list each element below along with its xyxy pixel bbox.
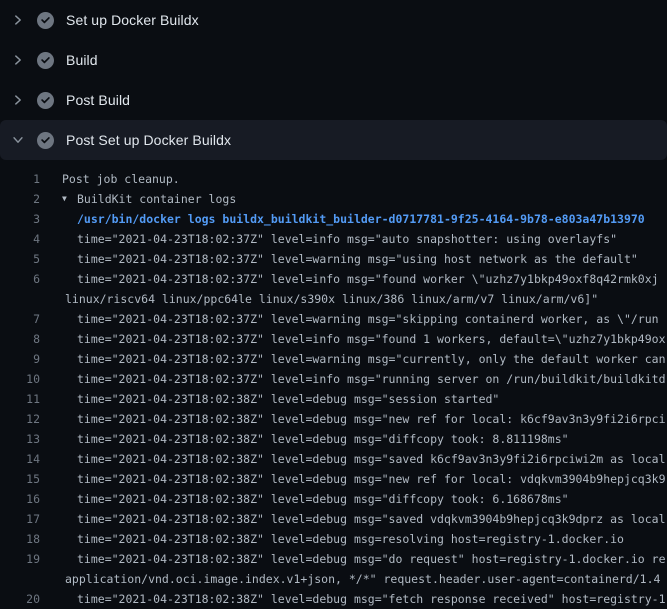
actions-log-viewer: Set up Docker Buildx Build Post Build	[0, 0, 667, 609]
log-line: 14 time="2021-04-23T18:02:38Z" level=debu…	[0, 449, 667, 469]
log-line: 9 time="2021-04-23T18:02:37Z" level=warni…	[0, 349, 667, 369]
chevron-right-icon[interactable]	[10, 52, 26, 68]
line-number[interactable]: 2	[0, 189, 40, 209]
line-number[interactable]: 9	[0, 349, 40, 369]
step-label: Set up Docker Buildx	[66, 12, 199, 28]
chevron-right-icon[interactable]	[10, 92, 26, 108]
log-line-continuation: application/vnd.oci.image.index.v1+json,…	[0, 569, 667, 589]
log-line-text: time="2021-04-23T18:02:37Z" level=warnin…	[77, 309, 659, 329]
log-line: 1 Post job cleanup.	[0, 169, 667, 189]
line-number[interactable]: 14	[0, 449, 40, 469]
line-number[interactable]: 5	[0, 249, 40, 269]
log-line-text: time="2021-04-23T18:02:38Z" level=debug …	[77, 529, 624, 549]
log-line-text: time="2021-04-23T18:02:38Z" level=debug …	[77, 549, 666, 569]
line-number[interactable]: 17	[0, 509, 40, 529]
log-line: 17 time="2021-04-23T18:02:38Z" level=debu…	[0, 509, 667, 529]
check-circle-icon	[37, 52, 54, 69]
step-label: Build	[66, 52, 98, 68]
log-line: 2 ▼BuildKit container logs	[0, 189, 667, 209]
log-line: 12 time="2021-04-23T18:02:38Z" level=debu…	[0, 409, 667, 429]
line-number[interactable]: 3	[0, 209, 40, 229]
log-line: 15 time="2021-04-23T18:02:38Z" level=debu…	[0, 469, 667, 489]
log-line-text: time="2021-04-23T18:02:38Z" level=debug …	[77, 449, 666, 469]
log-line-text: time="2021-04-23T18:02:37Z" level=warnin…	[77, 249, 638, 269]
log-line-text: time="2021-04-23T18:02:38Z" level=debug …	[77, 429, 569, 449]
line-number[interactable]: 6	[0, 269, 40, 289]
log-line: 13 time="2021-04-23T18:02:38Z" level=debu…	[0, 429, 667, 449]
group-collapse-triangle-icon[interactable]: ▼	[62, 189, 77, 209]
log-line: 16 time="2021-04-23T18:02:38Z" level=debu…	[0, 489, 667, 509]
log-line-continuation: linux/riscv64 linux/ppc64le linux/s390x …	[0, 289, 667, 309]
line-number[interactable]: 11	[0, 389, 40, 409]
log-line-text: time="2021-04-23T18:02:37Z" level=info m…	[77, 369, 666, 389]
log-group-label[interactable]: BuildKit container logs	[77, 189, 236, 209]
log-line-wrapped-text: application/vnd.oci.image.index.v1+json,…	[65, 569, 660, 589]
line-number[interactable]: 8	[0, 329, 40, 349]
line-number[interactable]: 12	[0, 409, 40, 429]
log-line: 19 time="2021-04-23T18:02:38Z" level=debu…	[0, 549, 667, 569]
step-label: Post Build	[66, 92, 130, 108]
check-circle-icon	[37, 92, 54, 109]
log-line-wrapped-text: linux/riscv64 linux/ppc64le linux/s390x …	[65, 289, 598, 309]
line-number[interactable]: 1	[0, 169, 40, 189]
log-line-text: time="2021-04-23T18:02:38Z" level=debug …	[77, 589, 666, 609]
log-line-text: time="2021-04-23T18:02:37Z" level=info m…	[77, 229, 617, 249]
line-number[interactable]: 20	[0, 589, 40, 609]
step-row-set-up-docker-buildx[interactable]: Set up Docker Buildx	[0, 0, 667, 40]
step-row-post-set-up-docker-buildx[interactable]: Post Set up Docker Buildx	[0, 120, 667, 160]
step-label: Post Set up Docker Buildx	[66, 132, 231, 148]
line-number[interactable]: 16	[0, 489, 40, 509]
line-number[interactable]: 4	[0, 229, 40, 249]
log-line: 5 time="2021-04-23T18:02:37Z" level=warni…	[0, 249, 667, 269]
line-number[interactable]: 15	[0, 469, 40, 489]
steps-list: Set up Docker Buildx Build Post Build	[0, 0, 667, 160]
check-circle-icon	[37, 12, 54, 29]
command-text: /usr/bin/docker logs buildx_buildkit_bui…	[77, 209, 645, 229]
log-line: 11 time="2021-04-23T18:02:38Z" level=debu…	[0, 389, 667, 409]
log-line: 18 time="2021-04-23T18:02:38Z" level=debu…	[0, 529, 667, 549]
log-line-text: time="2021-04-23T18:02:38Z" level=debug …	[77, 509, 666, 529]
line-number[interactable]: 18	[0, 529, 40, 549]
log-line: 7 time="2021-04-23T18:02:37Z" level=warni…	[0, 309, 667, 329]
log-output: 1 Post job cleanup. 2 ▼BuildKit container l…	[0, 160, 667, 609]
log-line-text: time="2021-04-23T18:02:38Z" level=debug …	[77, 469, 666, 489]
log-line: 6 time="2021-04-23T18:02:37Z" level=info …	[0, 269, 667, 289]
log-line: 10 time="2021-04-23T18:02:37Z" level=info…	[0, 369, 667, 389]
log-line-text: time="2021-04-23T18:02:38Z" level=debug …	[77, 389, 499, 409]
step-row-build[interactable]: Build	[0, 40, 667, 80]
chevron-down-icon[interactable]	[10, 132, 26, 148]
line-number[interactable]: 10	[0, 369, 40, 389]
log-line-text: time="2021-04-23T18:02:38Z" level=debug …	[77, 409, 666, 429]
log-line: 3/usr/bin/docker logs buildx_buildkit_bu…	[0, 209, 667, 229]
log-line: 20 time="2021-04-23T18:02:38Z" level=debu…	[0, 589, 667, 609]
log-line-text: Post job cleanup.	[62, 169, 180, 189]
log-line: 8 time="2021-04-23T18:02:37Z" level=info …	[0, 329, 667, 349]
log-line-text: time="2021-04-23T18:02:37Z" level=info m…	[77, 269, 659, 289]
check-circle-icon	[37, 132, 54, 149]
line-number[interactable]: 13	[0, 429, 40, 449]
log-line-text: time="2021-04-23T18:02:37Z" level=warnin…	[77, 349, 666, 369]
line-number[interactable]: 7	[0, 309, 40, 329]
log-line-text: time="2021-04-23T18:02:37Z" level=info m…	[77, 329, 666, 349]
log-line-text: time="2021-04-23T18:02:38Z" level=debug …	[77, 489, 569, 509]
line-number[interactable]: 19	[0, 549, 40, 569]
step-row-post-build[interactable]: Post Build	[0, 80, 667, 120]
log-line: 4 time="2021-04-23T18:02:37Z" level=info …	[0, 229, 667, 249]
chevron-right-icon[interactable]	[10, 12, 26, 28]
